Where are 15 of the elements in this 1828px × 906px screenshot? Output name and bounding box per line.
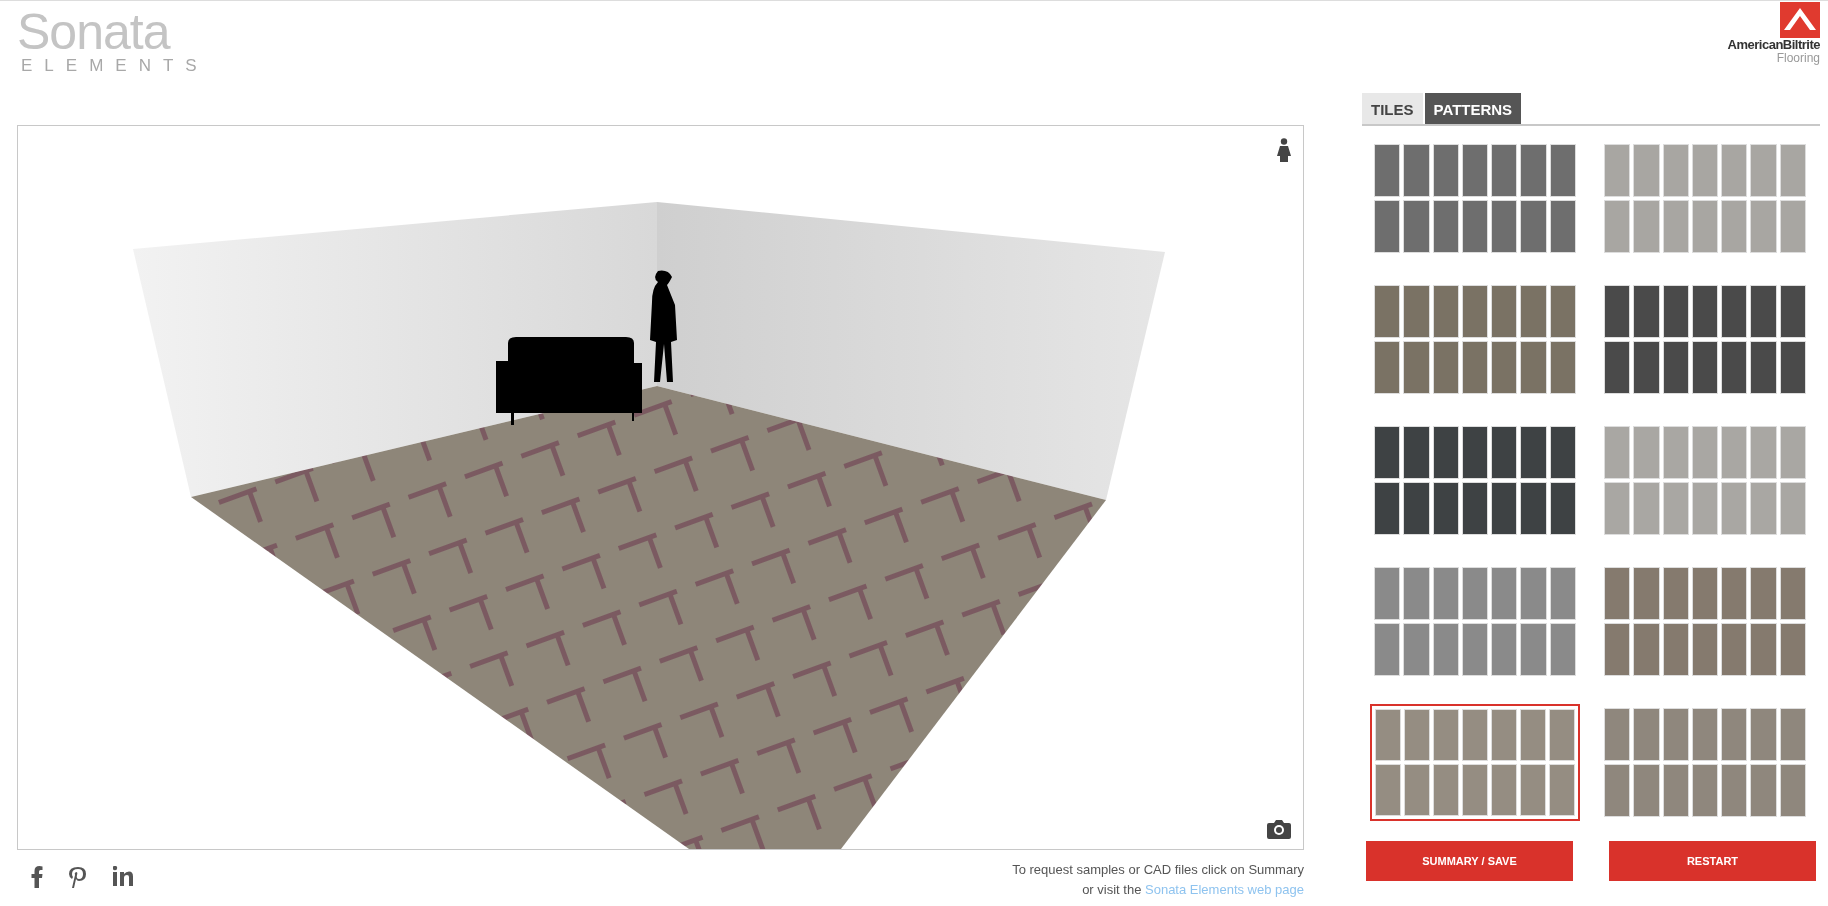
pattern-swatch[interactable] [1370, 704, 1580, 821]
footer-note: To request samples or CAD files click on Summary or visit the Sonata Elements web page [1012, 861, 1304, 899]
logo-title: Sonata [17, 7, 170, 57]
person-icon[interactable] [1277, 138, 1291, 162]
tab[interactable]: TILES [1362, 93, 1423, 124]
pinterest-icon[interactable] [69, 866, 87, 890]
action-button[interactable]: SUMMARY / SAVE [1366, 841, 1573, 881]
facebook-icon[interactable] [31, 866, 43, 888]
linkedin-icon[interactable] [113, 866, 133, 886]
logo-subtitle: ELEMENTS [21, 57, 209, 75]
action-button[interactable]: RESTART [1609, 841, 1816, 881]
brand-subtitle: Flooring [1776, 52, 1820, 65]
brand-name: AmericanBiltrite [1727, 38, 1820, 52]
tab[interactable]: PATTERNS [1424, 93, 1522, 124]
camera-icon[interactable] [1267, 819, 1291, 839]
